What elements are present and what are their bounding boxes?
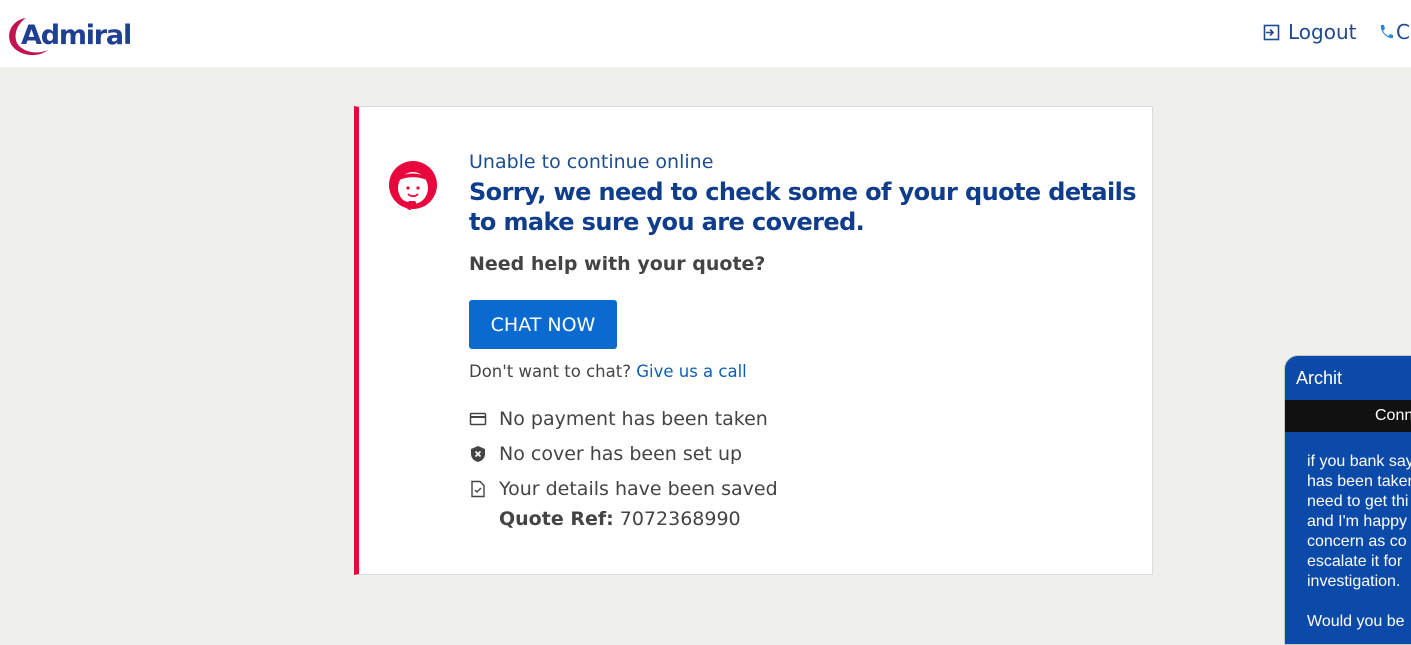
details-saved-text: Your details have been saved: [499, 478, 778, 500]
card-icon: [469, 412, 487, 426]
chat-agent-name: Archit: [1296, 368, 1343, 388]
logout-button[interactable]: Logout: [1263, 20, 1356, 44]
contact-link[interactable]: Co: [1378, 20, 1411, 44]
chat-connection-status: Conn: [1375, 407, 1411, 424]
admiral-logo[interactable]: Admiral: [4, 10, 134, 60]
cover-status-row: No cover has been set up: [469, 443, 742, 465]
dont-want-label: Don't want to chat?: [469, 362, 631, 381]
help-heading: Need help with your quote?: [469, 253, 766, 275]
logout-label: Logout: [1288, 20, 1357, 44]
chat-widget[interactable]: Archit payment Conn if you bank say has …: [1284, 355, 1411, 645]
logo-text: Admiral: [21, 20, 132, 51]
dont-want-to-chat-text: Don't want to chat? Give us a call: [469, 362, 747, 381]
give-us-a-call-link[interactable]: Give us a call: [636, 362, 747, 381]
support-agent-icon: [389, 161, 437, 210]
document-check-icon: [471, 480, 485, 498]
page-title: Sorry, we need to check some of your quo…: [469, 178, 1137, 236]
page-subtitle: Unable to continue online: [469, 151, 714, 173]
chat-now-button[interactable]: CHAT NOW: [469, 300, 617, 349]
unable-to-continue-card: Unable to continue online Sorry, we need…: [354, 106, 1153, 575]
quote-ref-label: Quote Ref:: [499, 508, 614, 530]
quote-ref: Quote Ref: 7072368990: [499, 508, 741, 530]
phone-icon: [1380, 25, 1393, 39]
payment-status-row: No payment has been taken: [469, 408, 768, 430]
payment-status-text: No payment has been taken: [499, 408, 768, 430]
logout-icon: [1263, 24, 1280, 40]
top-header: Admiral Logout Co: [0, 0, 1411, 67]
contact-label: Co: [1396, 20, 1411, 44]
chat-message: if you bank say has been taken need to g…: [1307, 453, 1411, 630]
shield-x-icon: [471, 446, 485, 462]
quote-ref-value: 7072368990: [619, 508, 741, 530]
cover-status-text: No cover has been set up: [499, 443, 743, 465]
details-saved-row: Your details have been saved: [469, 478, 778, 500]
